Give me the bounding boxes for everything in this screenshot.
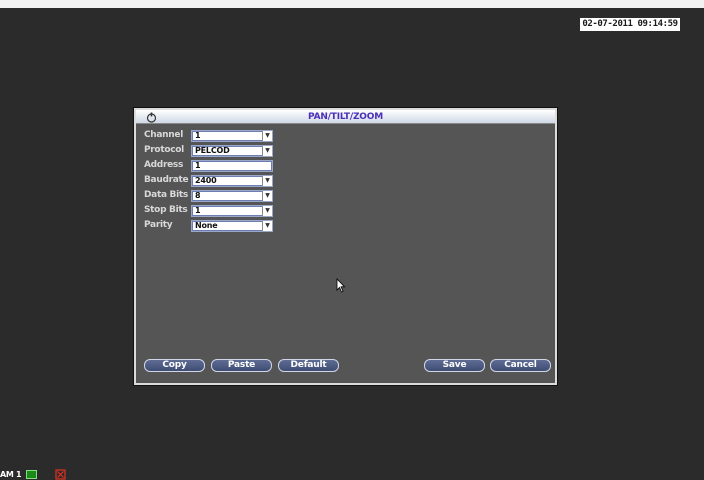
protocol-label: Protocol — [144, 145, 184, 155]
copy-button[interactable]: Copy — [144, 359, 205, 372]
stop-bits-value: 1 — [195, 206, 201, 215]
chevron-down-icon[interactable]: ▼ — [262, 191, 272, 201]
chevron-down-icon[interactable]: ▼ — [262, 221, 272, 231]
save-button[interactable]: Save — [424, 359, 485, 372]
address-label: Address — [144, 160, 184, 170]
paste-button[interactable]: Paste — [211, 359, 272, 372]
chevron-down-icon[interactable]: ▼ — [262, 176, 272, 186]
address-input[interactable]: 1 — [191, 160, 273, 172]
parity-label: Parity — [144, 220, 173, 230]
channel-label: Channel — [144, 130, 183, 140]
dialog-title-bar: PAN/TILT/ZOOM — [136, 110, 555, 124]
protocol-select[interactable]: PELCOD ▼ — [191, 145, 273, 157]
data-bits-label: Data Bits — [144, 190, 188, 200]
chevron-down-icon[interactable]: ▼ — [262, 146, 272, 156]
stop-bits-label: Stop Bits — [144, 205, 188, 215]
parity-value: None — [195, 221, 218, 230]
mouse-pointer-icon — [336, 278, 346, 293]
channel-value: 1 — [195, 131, 201, 140]
motion-alarm-icon — [55, 469, 66, 480]
channel-select[interactable]: 1 ▼ — [191, 130, 273, 142]
ptz-dialog: PAN/TILT/ZOOM Channel 1 ▼ Protocol PELCO… — [134, 108, 557, 385]
data-bits-select[interactable]: 8 ▼ — [191, 190, 273, 202]
camera-channel-label: AM 1 — [0, 470, 22, 479]
address-value: 1 — [195, 161, 201, 170]
baudrate-value: 2400 — [195, 176, 217, 185]
parity-select[interactable]: None ▼ — [191, 220, 273, 232]
baudrate-label: Baudrate — [144, 175, 189, 185]
top-border — [0, 0, 704, 8]
data-bits-value: 8 — [195, 191, 201, 200]
chevron-down-icon[interactable]: ▼ — [262, 206, 272, 216]
baudrate-select[interactable]: 2400 ▼ — [191, 175, 273, 187]
chevron-down-icon[interactable]: ▼ — [262, 131, 272, 141]
protocol-value: PELCOD — [195, 146, 230, 155]
datetime-display: 02-07-2011 09:14:59 — [580, 18, 680, 31]
default-button[interactable]: Default — [278, 359, 339, 372]
cancel-button[interactable]: Cancel — [490, 359, 551, 372]
stop-bits-select[interactable]: 1 ▼ — [191, 205, 273, 217]
dialog-title: PAN/TILT/ZOOM — [308, 112, 383, 122]
record-indicator-icon — [26, 470, 37, 479]
